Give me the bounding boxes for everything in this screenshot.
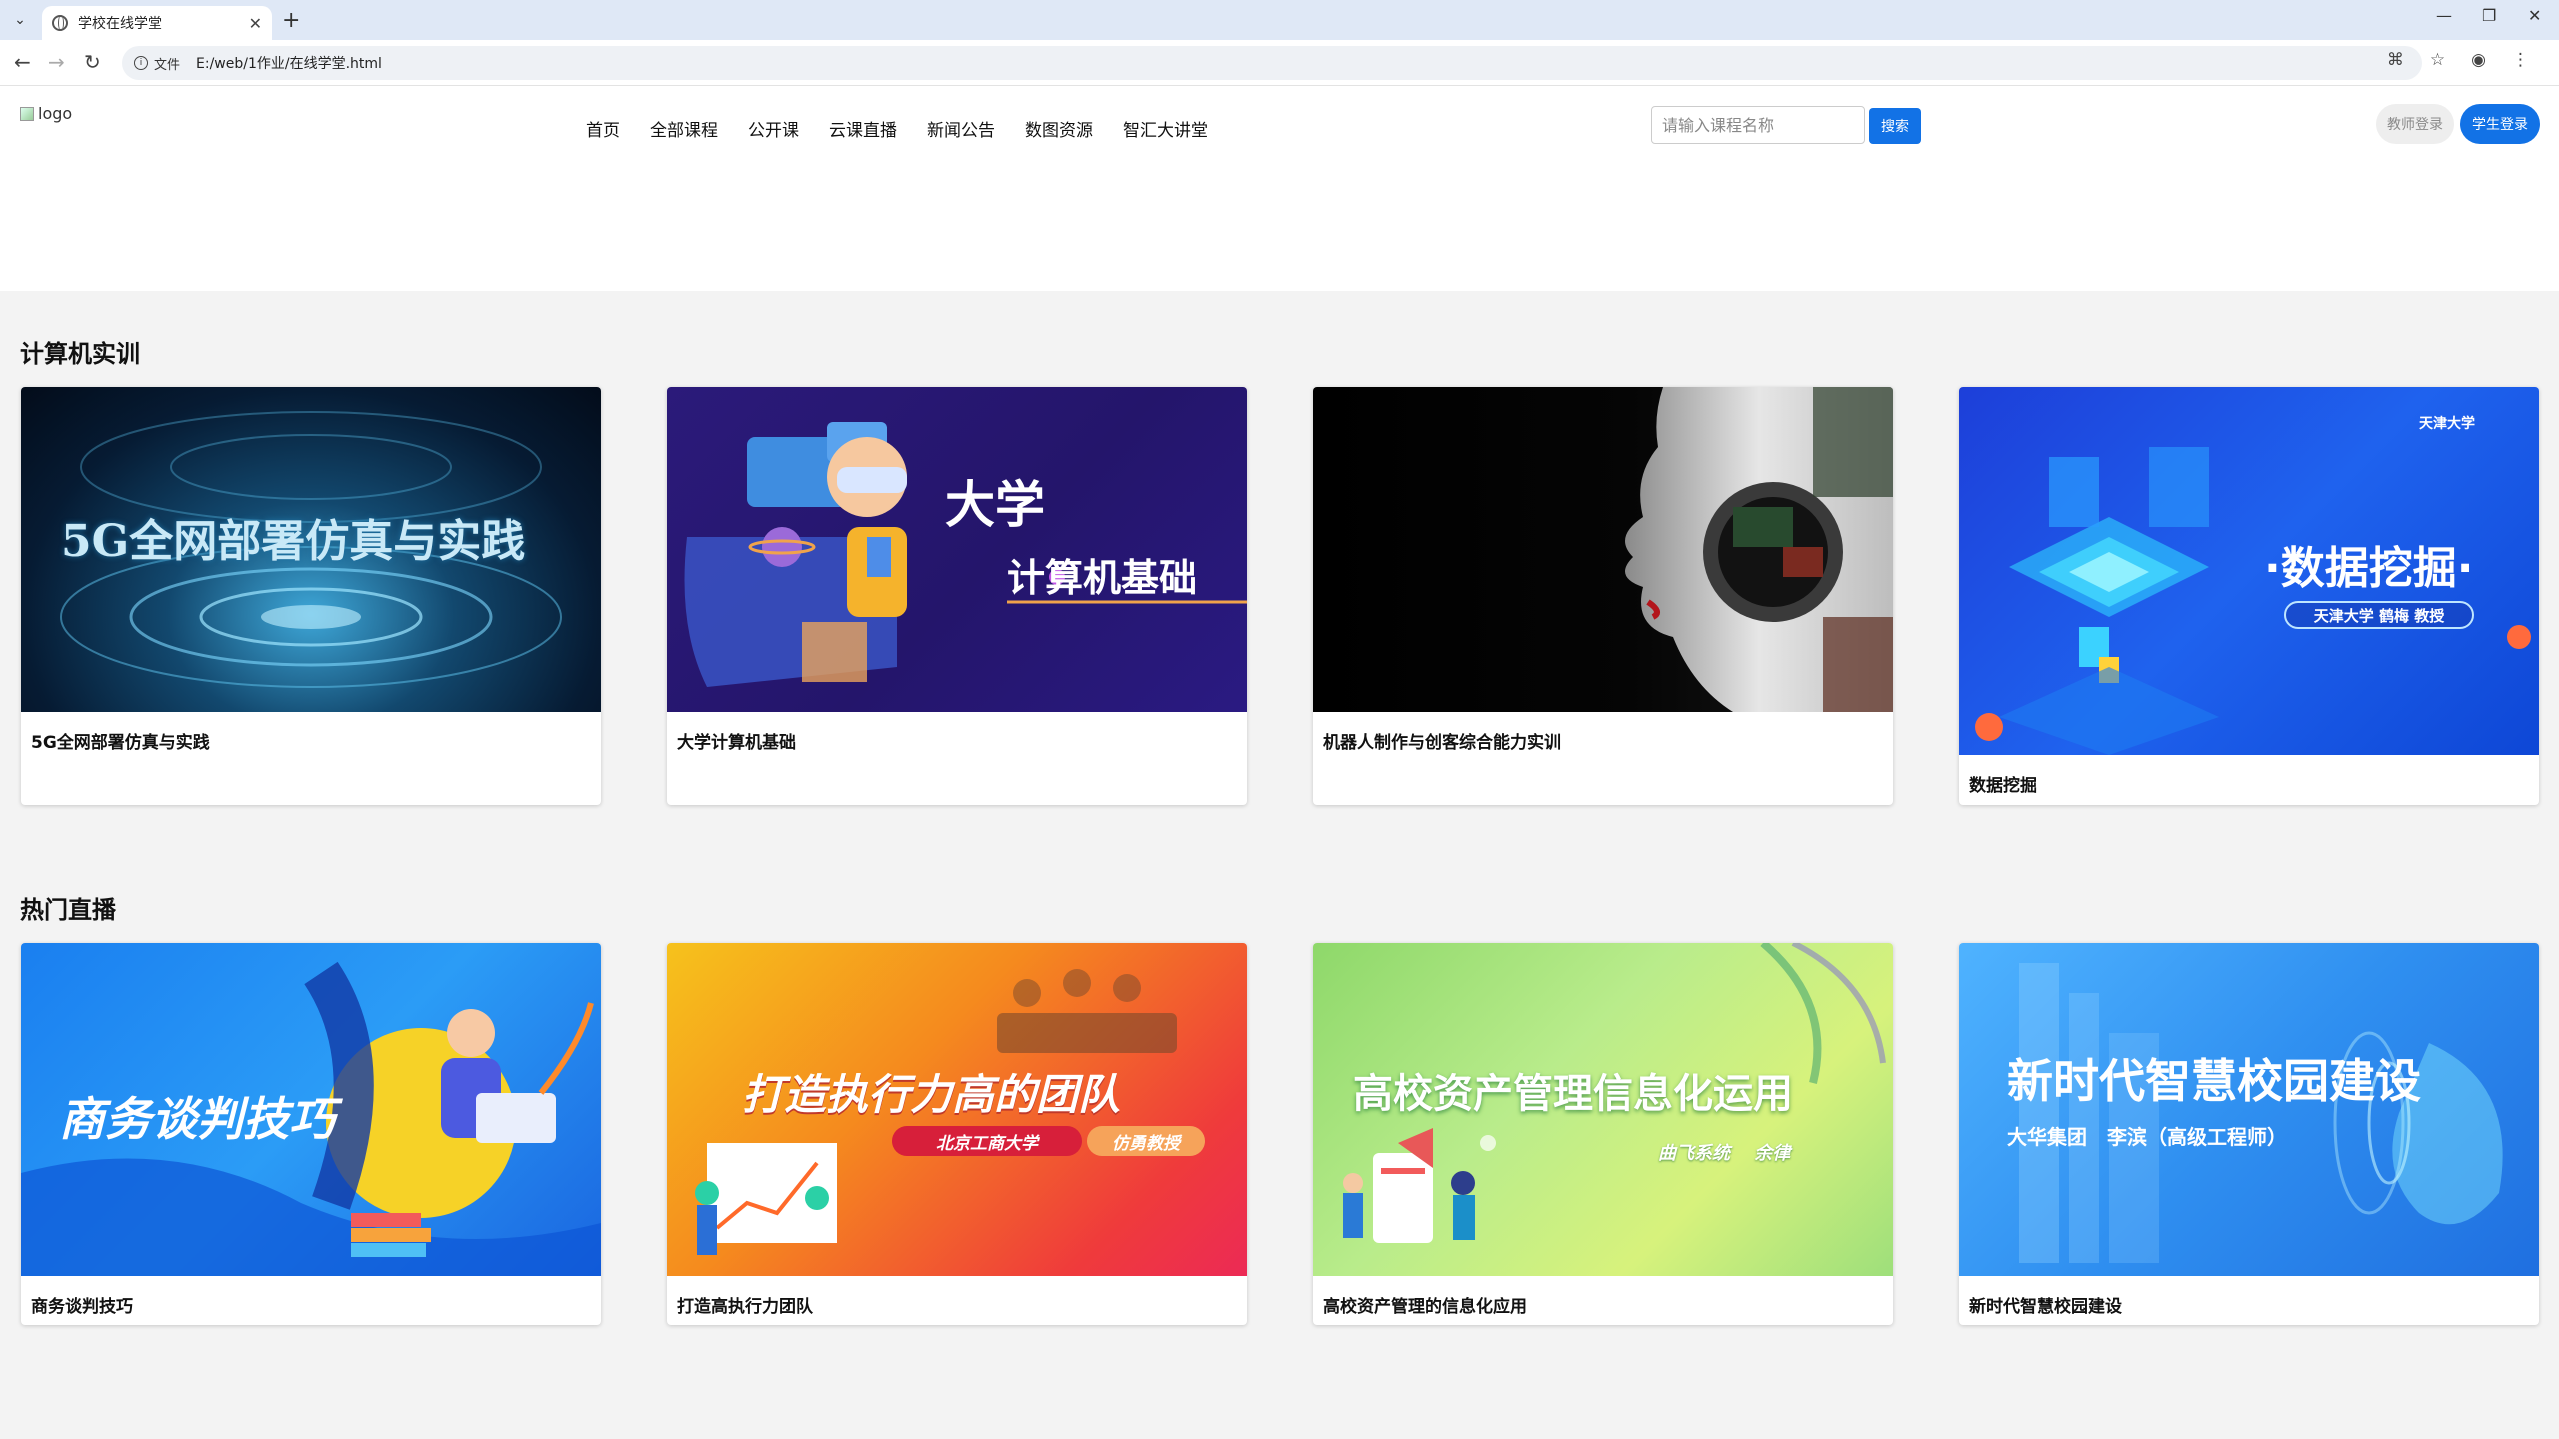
image-subtitle-teacher: 仿勇教授 (1087, 1126, 1205, 1156)
student-login-button[interactable]: 学生登录 (2460, 104, 2540, 144)
course-card[interactable]: 天津大学 ·数据挖掘· 天津大学 鹤梅 教授 数据挖掘 (1959, 387, 2539, 805)
nav-home[interactable]: 首页 (586, 116, 620, 141)
live-image-team: 打造执行力高的团队 北京工商大学 仿勇教授 (667, 943, 1247, 1276)
section-title-computer-training: 计算机实训 (20, 340, 140, 368)
course-title: 数据挖掘 (1969, 776, 2037, 796)
course-title: 大学计算机基础 (677, 733, 796, 753)
image-title-line1: 大学 (945, 475, 1045, 534)
broken-image-icon (20, 106, 34, 121)
course-card[interactable]: 大学 计算机基础 大学计算机基础 (667, 387, 1247, 805)
image-subtitle: 天津大学 鹤梅 教授 (2284, 601, 2474, 629)
live-card[interactable]: 商务谈判技巧 商务谈判技巧 (21, 943, 601, 1325)
image-university-logo: 天津大学 (2419, 416, 2475, 432)
more-menu-icon[interactable]: ⋮ (2512, 50, 2529, 70)
image-title-text: 商务谈判技巧 (59, 1092, 335, 1146)
course-image-data-mining: 天津大学 ·数据挖掘· 天津大学 鹤梅 教授 (1959, 387, 2539, 755)
url-box[interactable]: i 文件 E:/web/1作业/在线学堂.html (122, 46, 2422, 80)
url-text[interactable]: E:/web/1作业/在线学堂.html (196, 53, 382, 73)
course-title: 5G全网部署仿真与实践 (31, 733, 210, 753)
tab-title: 学校在线学堂 (78, 16, 162, 32)
search-input[interactable] (1651, 106, 1865, 144)
tab-search-chevron-icon[interactable]: ⌄ (8, 8, 32, 32)
nav-open-courses[interactable]: 公开课 (748, 116, 799, 141)
close-tab-icon[interactable]: ✕ (249, 14, 262, 33)
course-image-computer-basics: 大学 计算机基础 (667, 387, 1247, 712)
course-image-5g: 5G全网部署仿真与实践 (21, 387, 601, 712)
live-title: 商务谈判技巧 (31, 1297, 133, 1317)
site-header: logo 首页 全部课程 公开课 云课直播 新闻公告 数图资源 智汇大讲堂 搜索… (0, 86, 2559, 291)
section-title-hot-live: 热门直播 (20, 896, 116, 924)
image-title-text: 5G全网部署仿真与实践 (61, 516, 526, 567)
live-image-negotiation: 商务谈判技巧 (21, 943, 601, 1276)
live-card[interactable]: 高校资产管理信息化运用 曲飞系统 余律 高校资产管理的信息化应用 (1313, 943, 1893, 1325)
browser-tab-bar: ⌄ 学校在线学堂 ✕ + — ❐ ✕ (0, 0, 2559, 40)
search-button[interactable]: 搜索 (1869, 108, 1921, 144)
nav-lectures[interactable]: 智汇大讲堂 (1123, 116, 1208, 141)
minimize-icon[interactable]: — (2436, 6, 2452, 25)
restore-icon[interactable]: ❐ (2482, 6, 2496, 25)
image-subtitle-school: 北京工商大学 (892, 1126, 1082, 1156)
image-title-line2: 计算机基础 (1007, 555, 1198, 600)
url-label: 文件 (154, 57, 181, 73)
page: logo 首页 全部课程 公开课 云课直播 新闻公告 数图资源 智汇大讲堂 搜索… (0, 86, 2559, 1439)
live-card[interactable]: 新时代智慧校园建设 大华集团 李滨（高级工程师） 新时代智慧校园建设 (1959, 943, 2539, 1325)
forward-icon[interactable]: → (48, 50, 65, 74)
browser-tab[interactable]: 学校在线学堂 ✕ (42, 6, 272, 40)
nav-all-courses[interactable]: 全部课程 (650, 116, 718, 141)
course-image-robot (1313, 387, 1893, 712)
reload-icon[interactable]: ↻ (84, 50, 101, 74)
live-image-asset-management: 高校资产管理信息化运用 曲飞系统 余律 (1313, 943, 1893, 1276)
new-tab-icon[interactable]: + (282, 8, 300, 33)
nav-live[interactable]: 云课直播 (829, 116, 897, 141)
teacher-login-button[interactable]: 教师登录 (2376, 104, 2454, 144)
live-title: 高校资产管理的信息化应用 (1323, 1297, 1527, 1317)
translate-icon[interactable]: ⌘ (2387, 50, 2404, 70)
close-window-icon[interactable]: ✕ (2528, 6, 2541, 25)
info-icon: i (134, 56, 148, 70)
back-icon[interactable]: ← (14, 50, 31, 74)
course-card[interactable]: 5G全网部署仿真与实践 5G全网部署仿真与实践 (21, 387, 601, 805)
profile-icon[interactable]: ◉ (2471, 50, 2486, 70)
bookmark-star-icon[interactable]: ☆ (2430, 50, 2445, 70)
robot-face-graphic (1625, 387, 1893, 712)
live-title: 打造高执行力团队 (677, 1297, 813, 1317)
nav-news[interactable]: 新闻公告 (927, 116, 995, 141)
logo[interactable]: logo (20, 104, 72, 123)
browser-actions: ⌘ ☆ ◉ ⋮ (2387, 50, 2529, 70)
image-title-text: ·数据挖掘· (2264, 543, 2474, 594)
image-subtitle: 大华集团 李滨（高级工程师） (2007, 1125, 2287, 1149)
nav-resources[interactable]: 数图资源 (1025, 116, 1093, 141)
globe-icon (52, 15, 68, 31)
image-title-text: 高校资产管理信息化运用 (1353, 1070, 1793, 1117)
live-title: 新时代智慧校园建设 (1969, 1297, 2122, 1317)
main-nav: 首页 全部课程 公开课 云课直播 新闻公告 数图资源 智汇大讲堂 (586, 116, 1208, 141)
image-title-text: 打造执行力高的团队 (742, 1070, 1121, 1119)
site-info[interactable]: i 文件 (134, 54, 180, 73)
live-card[interactable]: 打造执行力高的团队 北京工商大学 仿勇教授 打造高执行力团队 (667, 943, 1247, 1325)
browser-address-bar: ← → ↻ i 文件 E:/web/1作业/在线学堂.html ⌘ ☆ ◉ ⋮ (0, 40, 2559, 86)
course-card[interactable]: 机器人制作与创客综合能力实训 (1313, 387, 1893, 805)
logo-alt-text: logo (38, 104, 73, 123)
live-image-smart-campus: 新时代智慧校园建设 大华集团 李滨（高级工程师） (1959, 943, 2539, 1276)
image-subtitle: 曲飞系统 余律 (1658, 1143, 1791, 1164)
course-title: 机器人制作与创客综合能力实训 (1323, 733, 1561, 753)
image-title-text: 新时代智慧校园建设 (2007, 1054, 2421, 1108)
